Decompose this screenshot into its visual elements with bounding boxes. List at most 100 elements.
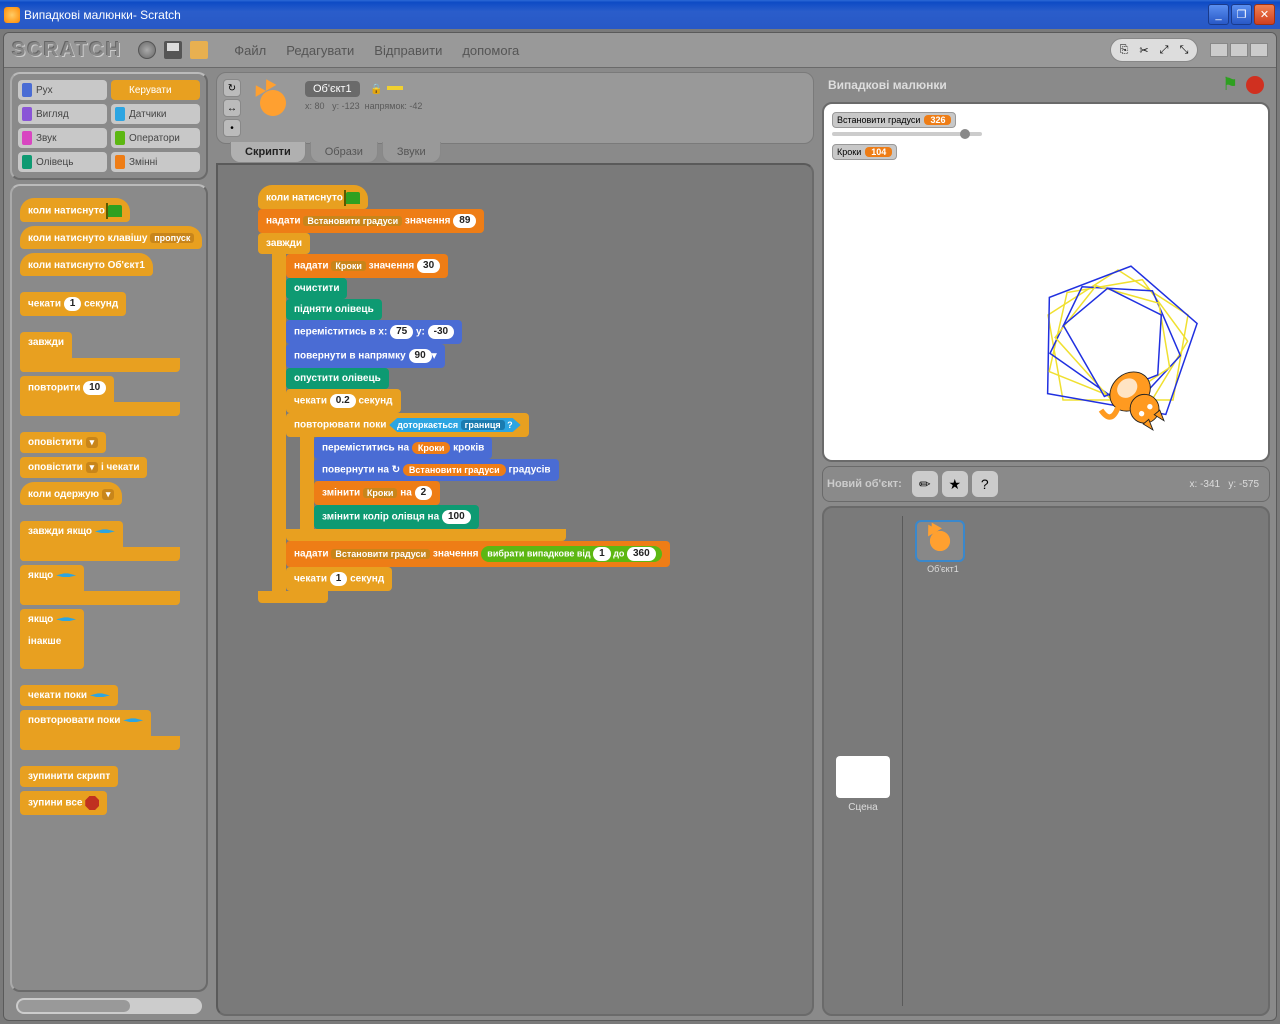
variable-monitor-steps[interactable]: Кроки 104 xyxy=(832,144,897,160)
block-stop-all[interactable]: зупини все xyxy=(20,791,107,815)
script-clear[interactable]: очистити xyxy=(286,278,347,299)
block-forever-if[interactable]: завжди якщо xyxy=(20,521,123,561)
script-wait-02[interactable]: чекати 0.2 секунд xyxy=(286,389,401,413)
block-when-flag[interactable]: коли натиснуто xyxy=(20,198,130,222)
category-label: Датчики xyxy=(129,109,166,120)
block-forever[interactable]: завжди xyxy=(20,332,72,372)
block-repeat[interactable]: повторити 10 xyxy=(20,376,114,416)
block-repeat-until[interactable]: повторювати поки xyxy=(20,710,151,750)
flag-icon xyxy=(108,205,122,217)
script-forever[interactable]: завжди xyxy=(258,233,310,254)
script-set-var-1[interactable]: надати Встановити градуси значення 89 xyxy=(258,209,484,233)
block-when-sprite[interactable]: коли натиснуто Об'єкт1 xyxy=(20,253,153,276)
block-broadcast[interactable]: оповістити ▾ xyxy=(20,432,106,453)
scratch-logo: SCRATCH xyxy=(12,39,122,62)
category-label: Змінні xyxy=(129,157,157,168)
sprite-list-panel: Сцена Об'єкт1 xyxy=(822,506,1270,1016)
save-icon[interactable] xyxy=(164,41,182,59)
category-label: Оператори xyxy=(129,133,180,144)
rotate-none-button[interactable]: • xyxy=(223,119,241,137)
rotate-lr-button[interactable]: ↔ xyxy=(223,99,241,117)
editor-tabs: Скрипти Образи Звуки xyxy=(230,142,814,163)
language-icon[interactable] xyxy=(138,41,156,59)
maximize-button[interactable]: ❐ xyxy=(1231,4,1252,25)
menu-file[interactable]: Файл xyxy=(224,39,276,62)
green-flag-button[interactable]: ⚑ xyxy=(1222,74,1244,96)
duplicate-icon[interactable]: ⎘ xyxy=(1115,41,1133,59)
shrink-icon[interactable]: ⤡ xyxy=(1175,41,1193,59)
tab-costumes[interactable]: Образи xyxy=(310,142,378,163)
category-operators[interactable]: Оператори xyxy=(111,128,200,148)
sprite-info-panel: ↻ ↔ • Об'єкт1 🔒 x: 80 y: -123 напрямок: … xyxy=(216,72,814,144)
block-if[interactable]: якщо xyxy=(20,565,84,605)
category-sensing[interactable]: Датчики xyxy=(111,104,200,124)
paint-sprite-button[interactable]: ✏ xyxy=(912,471,938,497)
tab-scripts[interactable]: Скрипти xyxy=(230,142,306,163)
block-if-else[interactable]: якщо інакше xyxy=(20,609,84,669)
script-pen-up[interactable]: підняти олівець xyxy=(286,299,382,320)
script-stack[interactable]: коли натиснуто надати Встановити градуси… xyxy=(258,185,670,603)
sprite-name-field[interactable]: Об'єкт1 xyxy=(305,81,360,97)
draggable-indicator xyxy=(387,86,403,90)
new-sprite-label: Новий об'єкт: xyxy=(827,478,902,490)
script-pen-down[interactable]: опустити олівець xyxy=(286,368,389,389)
menu-help[interactable]: допомога xyxy=(452,39,529,62)
sprite-item-label: Об'єкт1 xyxy=(915,564,971,574)
script-set-var-2[interactable]: надати Кроки значення 30 xyxy=(286,254,448,278)
block-broadcast-wait[interactable]: оповістити ▾ і чекати xyxy=(20,457,147,478)
category-pen[interactable]: Олівець xyxy=(18,152,107,172)
script-move[interactable]: переміститись на Кроки кроків xyxy=(314,437,492,459)
script-point[interactable]: повернути в напрямку 90▾ xyxy=(286,344,445,368)
stage-canvas[interactable]: Встановити градуси 326 Кроки 104 xyxy=(822,102,1270,462)
script-wait-1[interactable]: чекати 1 секунд xyxy=(286,567,392,591)
category-motion[interactable]: Рух xyxy=(18,80,107,100)
block-wait[interactable]: чекати 1 секунд xyxy=(20,292,126,316)
script-when-flag[interactable]: коли натиснуто xyxy=(258,185,368,209)
monitor-slider[interactable] xyxy=(832,132,982,136)
menu-share[interactable]: Відправити xyxy=(364,39,452,62)
scripts-workspace[interactable]: коли натиснуто надати Встановити градуси… xyxy=(216,163,814,1016)
block-when-receive[interactable]: коли одержую ▾ xyxy=(20,482,122,505)
script-goto[interactable]: переміститись в x: 75 y: -30 xyxy=(286,320,462,344)
stop-button[interactable] xyxy=(1246,76,1264,94)
category-control[interactable]: Керувати xyxy=(111,80,200,100)
grow-icon[interactable]: ⤢ xyxy=(1155,41,1173,59)
menu-edit[interactable]: Редагувати xyxy=(276,39,364,62)
cut-icon[interactable]: ✂ xyxy=(1135,41,1153,59)
surprise-sprite-button[interactable]: ? xyxy=(972,471,998,497)
view-small-button[interactable] xyxy=(1210,43,1228,57)
tab-sounds[interactable]: Звуки xyxy=(382,142,441,163)
block-stop-script[interactable]: зупинити скрипт xyxy=(20,766,118,787)
category-variables[interactable]: Змінні xyxy=(111,152,200,172)
script-pen-color[interactable]: змінити колір олівця на 100 xyxy=(314,505,479,529)
block-wait-until[interactable]: чекати поки xyxy=(20,685,118,706)
sprite-on-stage[interactable] xyxy=(1088,350,1178,440)
window-title: Випадкові малюнки- Scratch xyxy=(24,8,1207,22)
view-present-button[interactable] xyxy=(1250,43,1268,57)
sprite-list-item[interactable]: Об'єкт1 xyxy=(915,520,971,574)
script-set-var-3[interactable]: надати Встановити градуси значення вибра… xyxy=(286,541,670,567)
rotate-free-button[interactable]: ↻ xyxy=(223,79,241,97)
sprite-position: x: 80 y: -123 напрямок: -42 xyxy=(305,101,807,111)
cat-icon xyxy=(248,78,297,127)
stage-thumbnail[interactable] xyxy=(836,756,890,798)
minimize-button[interactable]: _ xyxy=(1208,4,1229,25)
lock-icon[interactable]: 🔒 xyxy=(370,84,382,95)
block-when-key[interactable]: коли натиснуто клавішу пропуск xyxy=(20,226,202,249)
choose-sprite-button[interactable]: ★ xyxy=(942,471,968,497)
category-looks[interactable]: Вигляд xyxy=(18,104,107,124)
script-turn[interactable]: повернути на ↻ Встановити градуси градус… xyxy=(314,459,559,481)
variable-monitor-degrees[interactable]: Встановити градуси 326 xyxy=(832,112,956,128)
palette-scrollbar[interactable] xyxy=(16,998,202,1014)
view-large-button[interactable] xyxy=(1230,43,1248,57)
view-mode-buttons xyxy=(1210,43,1268,57)
close-button[interactable]: ✕ xyxy=(1254,4,1275,25)
new-sprite-bar: Новий об'єкт: ✏ ★ ? x: -341 y: -575 xyxy=(822,466,1270,502)
script-repeat-until[interactable]: повторювати поки доторкається границя ? xyxy=(286,413,529,437)
category-sound[interactable]: Звук xyxy=(18,128,107,148)
category-label: Рух xyxy=(36,85,53,96)
app-icon xyxy=(4,7,20,23)
project-title: Випадкові малюнки xyxy=(828,78,1220,92)
script-change-var[interactable]: змінити Кроки на 2 xyxy=(314,481,440,505)
open-icon[interactable] xyxy=(190,41,208,59)
